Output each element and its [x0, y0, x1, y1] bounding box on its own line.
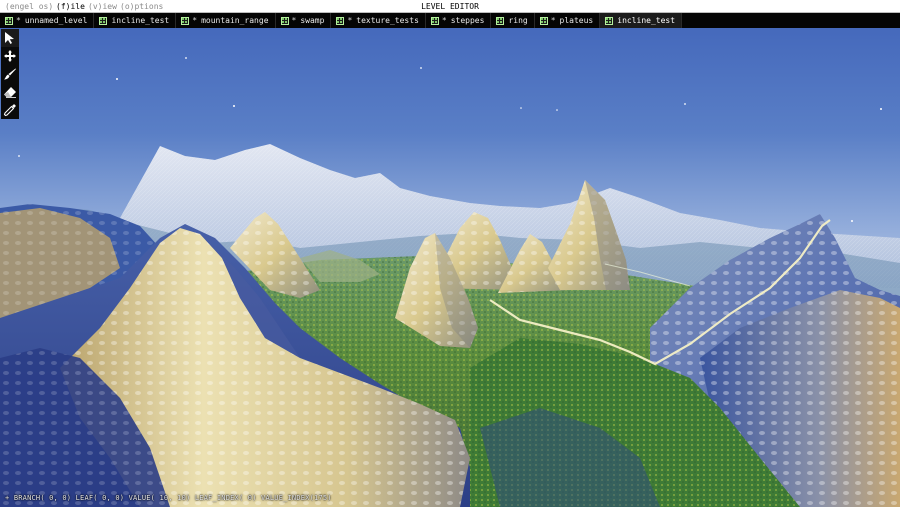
tool-palette — [1, 29, 19, 119]
eraser-icon — [4, 87, 16, 98]
tab-label: incline_test — [617, 16, 676, 25]
terrain-render — [0, 28, 900, 507]
tool-select[interactable] — [1, 29, 19, 47]
tab-strip: * unnamed_level incline_test * mountain_… — [0, 13, 900, 28]
tab-texture-tests[interactable]: * texture_tests — [331, 13, 426, 28]
modified-marker: * — [550, 16, 556, 25]
tab-label: incline_test — [111, 16, 170, 25]
menu-engel-os[interactable]: (engel os) — [5, 0, 53, 13]
level-grid-icon — [99, 16, 108, 25]
tab-label: swamp — [300, 16, 325, 25]
tab-label: plateus — [559, 16, 594, 25]
tool-move[interactable] — [1, 47, 19, 65]
modified-marker: * — [347, 16, 353, 25]
brush-icon — [4, 68, 16, 80]
tab-steppes[interactable]: * steppes — [426, 13, 492, 28]
tab-plateus[interactable]: * plateus — [535, 13, 601, 28]
level-grid-icon — [5, 16, 13, 25]
menu-file[interactable]: (f)ile — [56, 0, 85, 13]
tab-label: mountain_range — [201, 16, 269, 25]
tool-eraser[interactable] — [1, 83, 19, 101]
terrain-viewport[interactable] — [0, 28, 900, 507]
tab-ring[interactable]: ring — [491, 13, 535, 28]
eyedropper-icon — [3, 104, 16, 117]
menubar: (engel os) (f)ile (v)iew (o)ptions LEVEL… — [0, 0, 900, 13]
tab-unnamed-level[interactable]: * unnamed_level — [0, 13, 95, 28]
level-grid-icon — [539, 16, 548, 25]
level-grid-icon — [336, 16, 345, 25]
tool-eyedropper[interactable] — [1, 101, 19, 119]
tab-label: ring — [508, 16, 528, 25]
tab-label: texture_tests — [356, 16, 419, 25]
move-cross-icon — [4, 50, 16, 62]
tab-incline-test-active[interactable]: incline_test — [600, 13, 683, 28]
level-grid-icon — [280, 16, 289, 25]
modified-marker: * — [192, 16, 198, 25]
tab-incline-test[interactable]: incline_test — [94, 13, 177, 28]
tab-swamp[interactable]: * swamp — [276, 13, 332, 28]
status-readout: + BRANCH( 0, 0) LEAF( 0, 0) VALUE( 10, 1… — [5, 494, 332, 502]
level-grid-icon — [181, 16, 190, 25]
tool-brush[interactable] — [1, 65, 19, 83]
tab-label: steppes — [450, 16, 485, 25]
tab-mountain-range[interactable]: * mountain_range — [176, 13, 276, 28]
level-grid-icon — [496, 16, 505, 25]
modified-marker: * — [441, 16, 447, 25]
modified-marker: * — [291, 16, 297, 25]
menu-view[interactable]: (v)iew — [88, 0, 117, 13]
select-arrow-icon — [5, 32, 14, 44]
modified-marker: * — [16, 16, 21, 25]
level-grid-icon — [430, 16, 439, 25]
tab-label: unnamed_level — [24, 16, 88, 25]
level-grid-icon — [605, 16, 614, 25]
menu-options[interactable]: (o)ptions — [120, 0, 163, 13]
